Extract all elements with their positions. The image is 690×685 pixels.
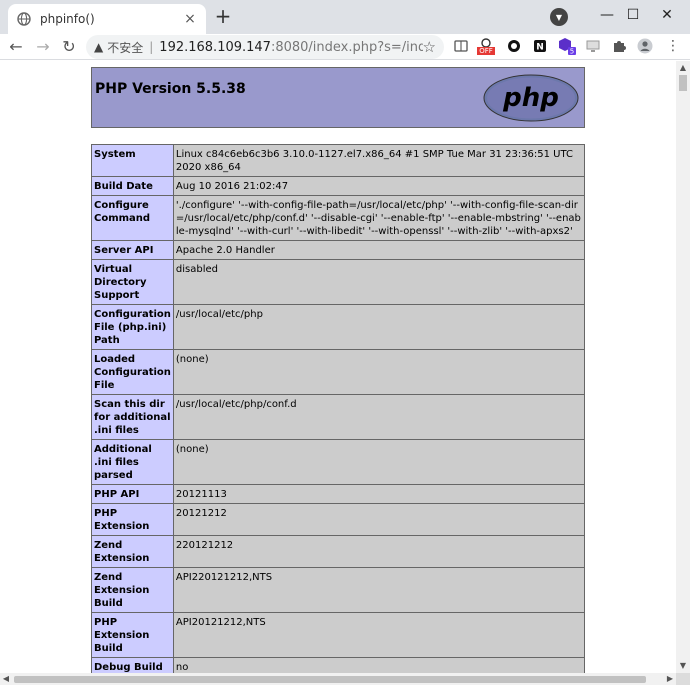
scroll-up-arrow-icon[interactable]: ▲ — [676, 61, 690, 75]
tab-strip: phpinfo() × + ▼ — ☐ ✕ — [0, 0, 690, 34]
close-window-button[interactable]: ✕ — [644, 0, 690, 30]
row-key: Build Date — [91, 176, 174, 196]
bookmark-star-icon[interactable]: ☆ — [423, 38, 436, 56]
table-row: Configure Command './configure' '--with-c… — [91, 195, 586, 241]
php-header: PHP Version 5.5.38 php — [91, 67, 585, 128]
row-value: Apache 2.0 Handler — [172, 240, 586, 260]
forward-button[interactable]: → — [33, 37, 53, 57]
svg-text:N: N — [536, 43, 544, 53]
table-row: Additional .ini files parsed (none) — [91, 439, 586, 485]
horizontal-scrollbar[interactable]: ◀ ▶ — [0, 673, 676, 685]
separator: | — [149, 40, 154, 54]
globe-icon — [16, 11, 32, 27]
extension-off-icon[interactable]: OFF — [477, 37, 495, 55]
ext-badge-count: 5 — [570, 48, 574, 56]
row-key: Loaded Configuration File — [91, 349, 174, 395]
row-value: no — [172, 657, 586, 673]
row-value: 20121212 — [172, 503, 586, 536]
url-text[interactable]: 192.168.109.147:8080/index.php?s=/index.… — [159, 40, 422, 55]
table-row: PHP Extension 20121212 — [91, 503, 586, 536]
row-value: /usr/local/etc/php — [172, 304, 586, 350]
table-row: Virtual Directory Support disabled — [91, 259, 586, 305]
row-value: 220121212 — [172, 535, 586, 568]
row-key: Configure Command — [91, 195, 174, 241]
row-key: Debug Build — [91, 657, 174, 673]
row-key: PHP API — [91, 484, 174, 504]
table-row: PHP Extension Build API20121212,NTS — [91, 612, 586, 658]
row-key: Additional .ini files parsed — [91, 439, 174, 485]
row-key: Virtual Directory Support — [91, 259, 174, 305]
page-viewport: PHP Version 5.5.38 php System Linux c84c6… — [0, 61, 676, 673]
security-label[interactable]: 不安全 — [107, 39, 143, 56]
new-tab-button[interactable]: + — [212, 6, 234, 28]
circle-extension-icon[interactable] — [505, 37, 523, 55]
row-value: /usr/local/etc/php/conf.d — [172, 394, 586, 440]
scroll-right-arrow-icon[interactable]: ▶ — [664, 673, 676, 685]
row-key: Zend Extension — [91, 535, 174, 568]
browser-menu-icon[interactable]: ⋮ — [664, 37, 682, 55]
table-row: Loaded Configuration File (none) — [91, 349, 586, 395]
row-key: Server API — [91, 240, 174, 260]
address-bar[interactable]: ▲ 不安全 | 192.168.109.147:8080/index.php?s… — [86, 35, 444, 59]
row-value: Aug 10 2016 21:02:47 — [172, 176, 586, 196]
vertical-scrollbar[interactable]: ▲ ▼ — [676, 61, 690, 673]
row-value: API220121212,NTS — [172, 567, 586, 613]
table-row: PHP API 20121113 — [91, 484, 586, 504]
table-row: Configuration File (php.ini) Path/usr/lo… — [91, 304, 586, 350]
back-button[interactable]: ← — [6, 37, 26, 57]
horizontal-scroll-thumb[interactable] — [14, 676, 646, 683]
puzzle-extensions-icon[interactable] — [610, 37, 628, 55]
row-value: (none) — [172, 439, 586, 485]
browser-tab[interactable]: phpinfo() × — [8, 4, 206, 34]
screen-extension-icon[interactable] — [584, 37, 602, 55]
php-logo-icon: php — [483, 74, 579, 122]
row-value: './configure' '--with-config-file-path=/… — [172, 195, 586, 241]
url-host: 192.168.109.147 — [159, 39, 271, 55]
table-row: Build Date Aug 10 2016 21:02:47 — [91, 176, 586, 196]
n-extension-icon[interactable]: N — [531, 37, 549, 55]
php-info-table: System Linux c84c6eb6c3b6 3.10.0-1127.el7… — [91, 144, 586, 673]
row-key: Zend Extension Build — [91, 567, 174, 613]
row-key: System — [91, 144, 174, 177]
warning-icon[interactable]: ▲ — [94, 40, 103, 54]
table-row: Server API Apache 2.0 Handler — [91, 240, 586, 260]
row-value: disabled — [172, 259, 586, 305]
scrollbar-corner — [676, 673, 690, 685]
reading-list-icon[interactable] — [452, 37, 470, 55]
row-key: Scan this dir for additional .ini files — [91, 394, 174, 440]
vertical-scroll-thumb[interactable] — [679, 75, 687, 91]
off-badge: OFF — [477, 46, 495, 55]
page-title: PHP Version 5.5.38 — [95, 81, 246, 97]
scroll-left-arrow-icon[interactable]: ◀ — [0, 673, 12, 685]
hexagon-extension-icon[interactable]: 5 — [558, 37, 576, 55]
row-key: PHP Extension — [91, 503, 174, 536]
tab-search-icon[interactable]: ▼ — [550, 8, 568, 26]
row-value: (none) — [172, 349, 586, 395]
table-row: System Linux c84c6eb6c3b6 3.10.0-1127.el7… — [91, 144, 586, 177]
row-key: PHP Extension Build — [91, 612, 174, 658]
scroll-down-arrow-icon[interactable]: ▼ — [676, 659, 690, 673]
table-row: Debug Build no — [91, 657, 586, 673]
table-row: Scan this dir for additional .ini files /… — [91, 394, 586, 440]
row-value: API20121212,NTS — [172, 612, 586, 658]
tab-close-icon[interactable]: × — [182, 11, 198, 27]
table-row: Zend Extension Build API220121212,NTS — [91, 567, 586, 613]
reload-button[interactable]: ↻ — [59, 37, 79, 57]
url-rest: :8080/index.php?s=/index... — [270, 39, 423, 55]
php-logo-text: php — [502, 83, 559, 113]
row-value: Linux c84c6eb6c3b6 3.10.0-1127.el7.x86_6… — [172, 144, 586, 177]
tab-title: phpinfo() — [40, 12, 95, 26]
row-value: 20121113 — [172, 484, 586, 504]
table-row: Zend Extension 220121212 — [91, 535, 586, 568]
browser-toolbar: ← → ↻ ▲ 不安全 | 192.168.109.147:8080/index… — [0, 34, 690, 60]
row-key: Configuration File (php.ini) Path — [91, 304, 174, 350]
profile-avatar-icon[interactable] — [636, 37, 654, 55]
